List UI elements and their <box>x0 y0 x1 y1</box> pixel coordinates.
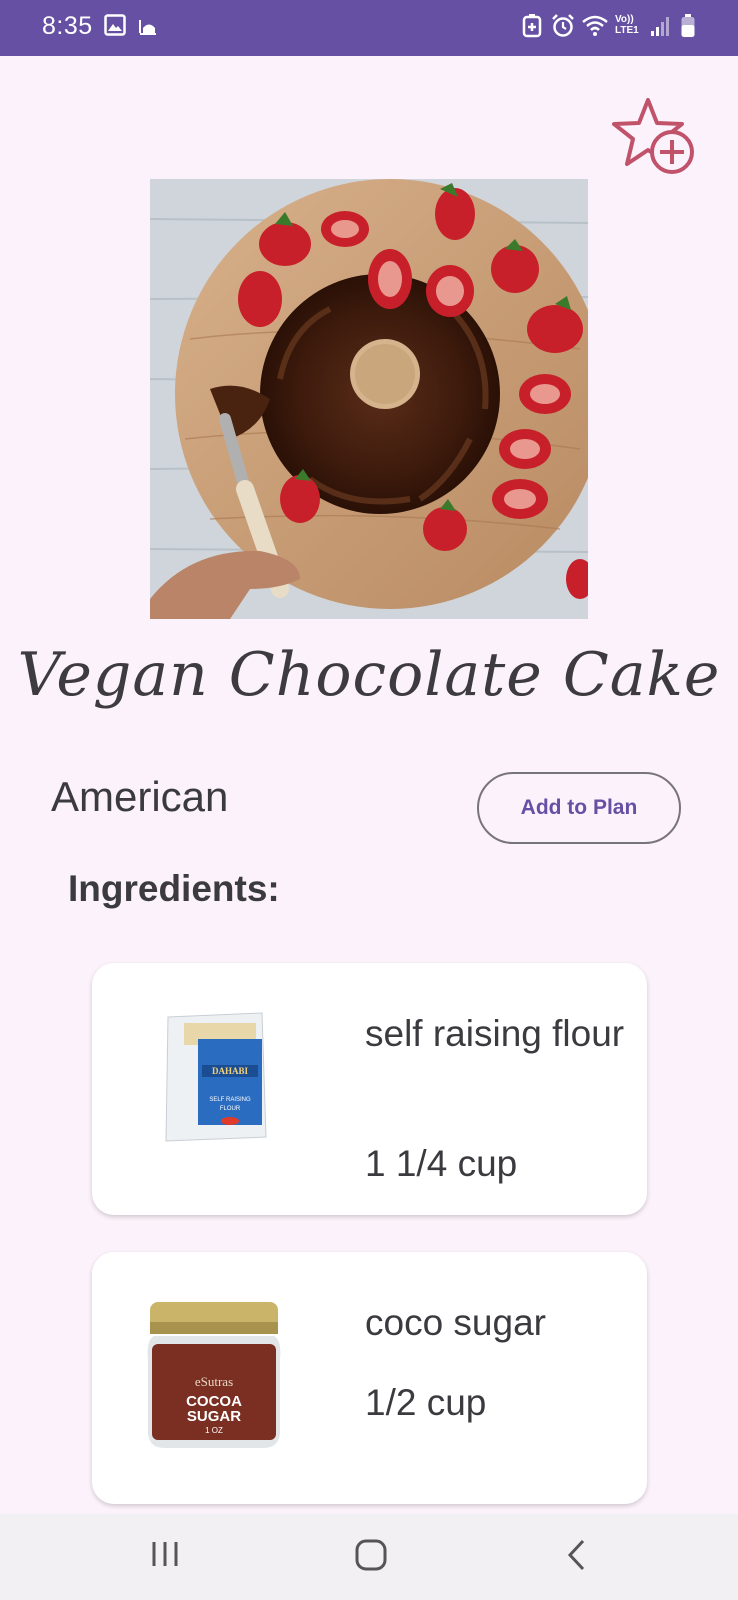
svg-text:DAHABI: DAHABI <box>212 1066 249 1076</box>
recipe-image <box>150 179 588 619</box>
battery-saver-icon <box>521 14 543 43</box>
mosque-icon <box>137 14 159 41</box>
star-plus-icon[interactable] <box>612 96 696 180</box>
recent-apps-icon[interactable] <box>150 1538 180 1575</box>
network-type-label: Vo)) LTE1 <box>615 14 639 36</box>
navigation-bar <box>0 1514 738 1600</box>
flour-bag-icon: DAHABI SELF RAISING FLOUR <box>162 1009 270 1150</box>
ingredient-name: coco sugar <box>365 1302 546 1343</box>
signal-icon <box>650 14 670 43</box>
svg-text:FLOUR: FLOUR <box>220 1106 241 1112</box>
battery-icon <box>681 14 695 43</box>
svg-text:eSutras: eSutras <box>195 1374 233 1389</box>
home-icon[interactable] <box>354 1538 388 1577</box>
ingredient-quantity: 1 1/4 cup <box>365 1143 518 1184</box>
recipe-cuisine: American <box>51 773 229 820</box>
svg-text:SELF RAISING: SELF RAISING <box>209 1097 251 1103</box>
status-time: 8:35 <box>42 12 93 40</box>
image-icon <box>104 14 126 41</box>
status-bar: 8:35 Vo)) LTE1 <box>0 0 738 56</box>
add-to-plan-button[interactable]: Add to Plan <box>477 772 681 844</box>
wifi-icon <box>581 14 609 43</box>
recipe-title: Vegan Chocolate Cake <box>17 640 721 710</box>
ingredient-card[interactable]: DAHABI SELF RAISING FLOUR self raising f… <box>92 963 647 1215</box>
ingredient-card[interactable]: eSutras COCOA SUGAR 1 OZ coco sugar 1/2 … <box>92 1252 647 1504</box>
back-icon[interactable] <box>565 1538 589 1577</box>
ingredient-name: self raising flour <box>365 1013 625 1054</box>
alarm-icon <box>551 14 575 43</box>
svg-text:SUGAR: SUGAR <box>187 1408 241 1425</box>
ingredient-quantity: 1/2 cup <box>365 1382 487 1423</box>
sugar-jar-icon: eSutras COCOA SUGAR 1 OZ <box>144 1300 284 1457</box>
svg-text:1 OZ: 1 OZ <box>205 1426 223 1435</box>
ingredients-heading: Ingredients: <box>68 868 280 909</box>
